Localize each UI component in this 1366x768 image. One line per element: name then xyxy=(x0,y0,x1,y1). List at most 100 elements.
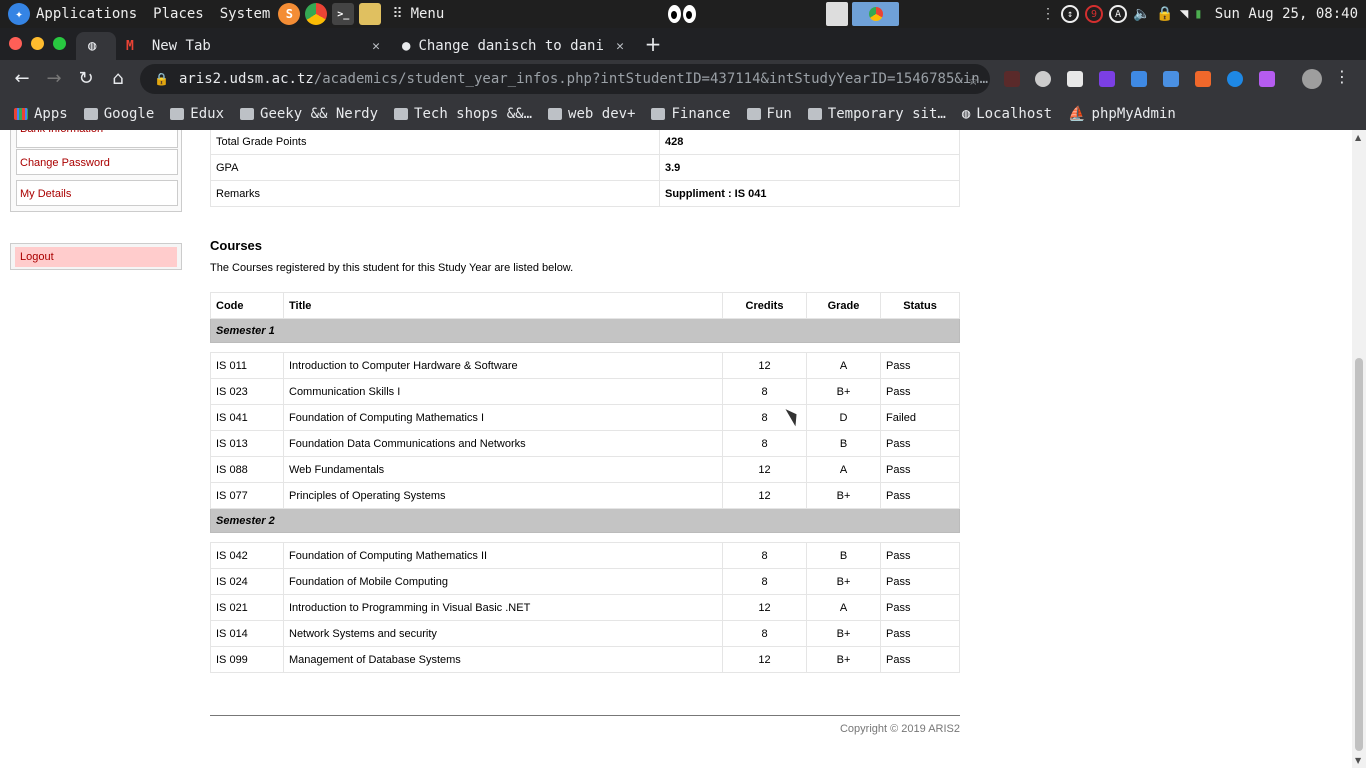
page-scrollbar[interactable]: ▲ ▼ xyxy=(1352,130,1366,768)
notification-badge[interactable]: 9 xyxy=(1084,5,1103,23)
system-menu[interactable]: System xyxy=(220,0,271,28)
course-title: Network Systems and security xyxy=(283,620,723,647)
address-bar[interactable]: 🔒 aris2.udsm.ac.tz /academics/student_ye… xyxy=(140,64,990,94)
bookmark-star-icon[interactable]: ☆ xyxy=(968,70,978,89)
checklist-extension-icon[interactable] xyxy=(1067,71,1083,87)
column-header-status: Status xyxy=(880,292,960,319)
semester-label: Semester 2 xyxy=(210,508,960,533)
close-tab-icon[interactable]: ✕ xyxy=(372,39,380,54)
grid-extension-icon[interactable] xyxy=(1131,71,1147,87)
scroll-down-icon[interactable]: ▼ xyxy=(1355,756,1361,765)
close-window-icon[interactable] xyxy=(9,37,22,50)
bookmark-google[interactable]: Google xyxy=(83,106,155,122)
bookmark-web-dev[interactable]: web dev+ xyxy=(548,106,635,122)
course-credits: 12 xyxy=(722,482,807,509)
logout-button[interactable]: Logout xyxy=(15,247,177,267)
bookmark-finance[interactable]: Finance xyxy=(651,106,731,122)
tab-new-tab[interactable]: M New Tab ✕ xyxy=(116,32,388,60)
summary-table: Total Grade Points 428 GPA 3.9 Remarks S… xyxy=(210,130,960,207)
sidebar-menu: Bank Information Change Password My Deta… xyxy=(10,130,182,212)
course-code: IS 011 xyxy=(210,352,284,379)
top-panel: ✦ Applications Places System S >_ ⠿ Menu… xyxy=(0,0,1366,28)
course-code: IS 021 xyxy=(210,594,284,621)
clock[interactable]: Sun Aug 25, 08:40 xyxy=(1215,6,1358,22)
lock-icon[interactable]: 🔒 xyxy=(154,72,169,86)
keyboard-layout-icon[interactable]: A xyxy=(1108,5,1127,23)
folder-icon xyxy=(394,108,409,120)
tab-github[interactable]: ● Change danisch to dani ✕ xyxy=(392,32,632,60)
reload-icon[interactable]: ↻ xyxy=(74,67,98,91)
course-code: IS 042 xyxy=(210,542,284,569)
table-row: IS 014 Network Systems and security 8 B+ Pas… xyxy=(210,620,960,647)
bookmark-edux[interactable]: Edux xyxy=(170,106,224,122)
files-icon[interactable] xyxy=(359,3,382,25)
chrome-icon[interactable] xyxy=(305,3,328,25)
bookmark-label: Edux xyxy=(190,106,225,122)
distro-logo-icon[interactable]: ✦ xyxy=(8,3,30,25)
new-tab-button[interactable]: + xyxy=(641,32,665,56)
square-extension-icon[interactable] xyxy=(1099,71,1115,87)
sync-extension-icon[interactable] xyxy=(1163,71,1179,87)
course-credits: 8 xyxy=(722,542,807,569)
chrome-icon xyxy=(868,7,883,21)
folder-icon xyxy=(746,108,761,120)
bookmark-temporary-sites[interactable]: Temporary sit… xyxy=(807,106,946,122)
course-status: Pass xyxy=(880,542,960,569)
extension-icon[interactable] xyxy=(1004,71,1020,87)
grid-menu-icon[interactable]: ⠿ xyxy=(392,0,402,28)
bookmark-label: Google xyxy=(103,106,155,122)
settings-extension-icon[interactable] xyxy=(1035,71,1051,87)
sidebar-link-bank-information[interactable]: Bank Information xyxy=(16,130,178,148)
bookmark-tech-shops[interactable]: Tech shops &&… xyxy=(394,106,532,122)
taskbar-window-icon[interactable] xyxy=(826,2,848,26)
forward-icon[interactable]: → xyxy=(42,67,66,91)
scroll-up-icon[interactable]: ▲ xyxy=(1355,133,1361,142)
bookmark-phpmyadmin[interactable]: ⛵ phpMyAdmin xyxy=(1068,106,1176,122)
close-tab-icon[interactable]: ✕ xyxy=(616,39,624,54)
course-title: Introduction to Computer Hardware & Soft… xyxy=(283,352,723,379)
minimize-window-icon[interactable] xyxy=(31,37,44,50)
bookmark-localhost[interactable]: ◍ Localhost xyxy=(962,106,1052,122)
updown-icon[interactable]: ↕ xyxy=(1060,5,1079,23)
tab-active[interactable]: ◍ xyxy=(76,32,116,60)
volume-icon[interactable]: 🔈 xyxy=(1133,6,1150,22)
courses-intro: The Courses registered by this student f… xyxy=(210,262,574,274)
course-grade: B xyxy=(806,430,881,457)
sidebar-link-my-details[interactable]: My Details xyxy=(16,180,178,206)
sidebar-link-change-password[interactable]: Change Password xyxy=(16,149,178,175)
courses-heading: Courses xyxy=(210,238,263,253)
profile-avatar[interactable] xyxy=(1302,69,1322,89)
battery-icon[interactable]: ▮ xyxy=(1194,6,1202,22)
pen-extension-icon[interactable] xyxy=(1259,71,1275,87)
home-icon[interactable]: ⌂ xyxy=(106,67,130,91)
menu-button[interactable]: Menu xyxy=(411,0,445,28)
vpn-lock-icon[interactable]: 🔒 xyxy=(1156,6,1173,22)
course-status: Pass xyxy=(880,568,960,595)
course-credits: 8 xyxy=(722,568,807,595)
applications-menu[interactable]: Applications xyxy=(36,0,137,28)
bookmark-apps[interactable]: Apps xyxy=(14,106,68,122)
bookmark-geeky-nerdy[interactable]: Geeky && Nerdy xyxy=(240,106,378,122)
phpmyadmin-icon: ⛵ xyxy=(1068,106,1086,122)
maximize-window-icon[interactable] xyxy=(53,37,66,50)
taskbar-chrome-button[interactable] xyxy=(852,2,899,26)
terminal-icon[interactable]: >_ xyxy=(332,3,355,25)
more-menu-icon[interactable]: ⋮ xyxy=(1334,67,1350,86)
bookmark-fun[interactable]: Fun xyxy=(746,106,792,122)
course-grade: B+ xyxy=(806,620,881,647)
office-extension-icon[interactable] xyxy=(1195,71,1211,87)
play-extension-icon[interactable] xyxy=(1227,71,1243,87)
folder-icon xyxy=(83,108,98,120)
course-title: Management of Database Systems xyxy=(283,646,723,673)
footer-copyright: Copyright © 2019 ARIS2 xyxy=(839,723,960,735)
course-status: Pass xyxy=(880,594,960,621)
course-credits: 12 xyxy=(722,594,807,621)
bookmark-label: Temporary sit… xyxy=(827,106,946,122)
wifi-icon[interactable]: ◥ xyxy=(1180,6,1188,22)
course-grade: B+ xyxy=(806,568,881,595)
tab-label: Change danisch to dani xyxy=(418,38,604,54)
back-icon[interactable]: ← xyxy=(10,67,34,91)
sublime-icon[interactable]: S xyxy=(278,3,301,25)
scrollbar-thumb[interactable] xyxy=(1355,358,1363,751)
places-menu[interactable]: Places xyxy=(153,0,204,28)
